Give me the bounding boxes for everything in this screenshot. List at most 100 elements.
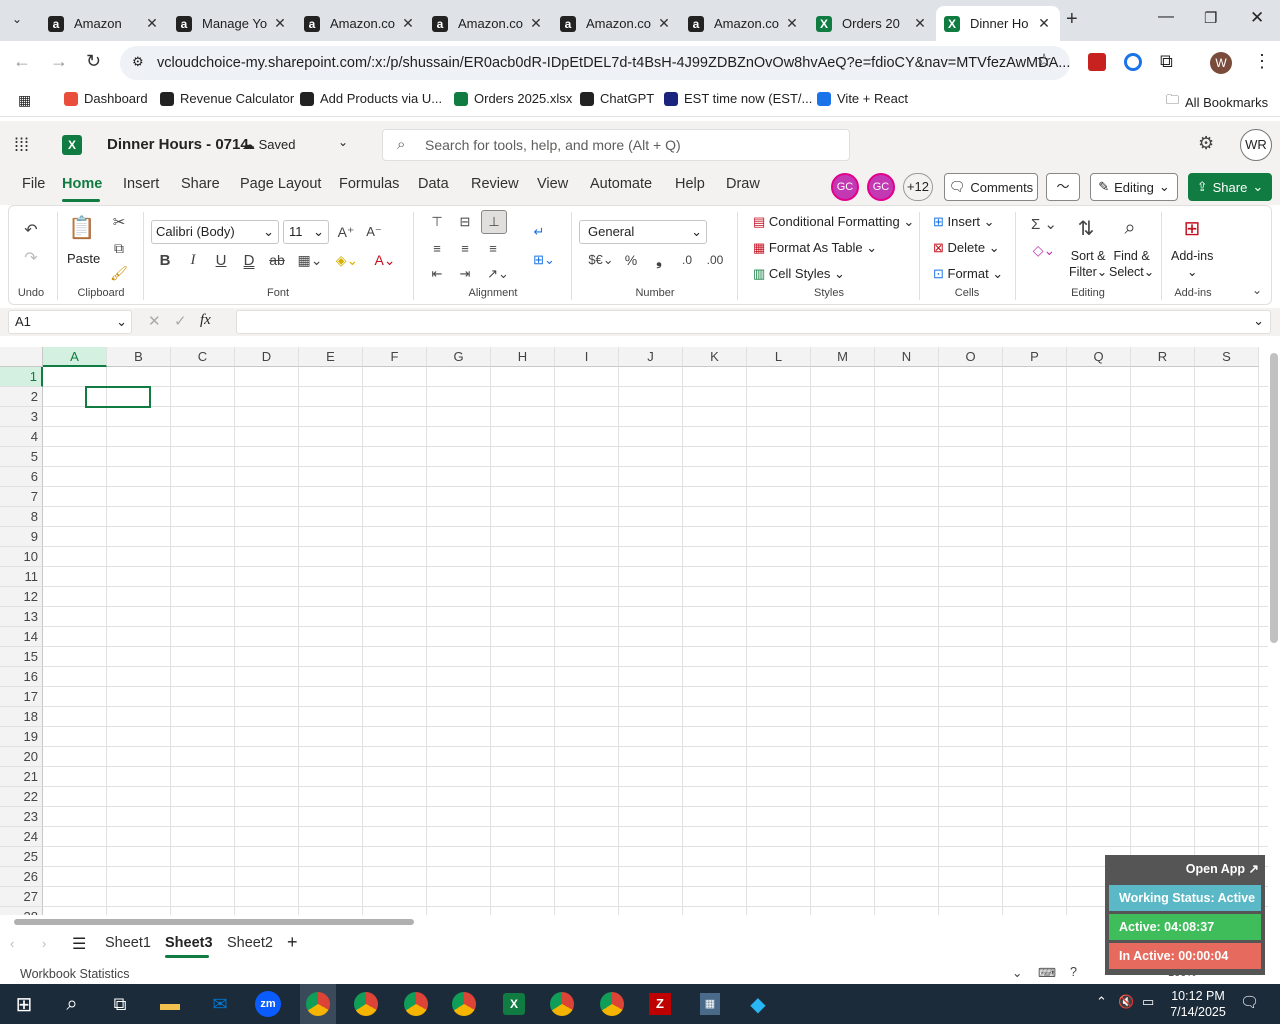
insert-cells-button[interactable]: ⊞ Insert ⌄ xyxy=(933,214,995,230)
bookmark-item[interactable]: Vite + React xyxy=(817,91,908,106)
address-bar[interactable]: ⚙ vcloudchoice-my.sharepoint.com/:x:/p/s… xyxy=(120,46,1070,80)
tab-data[interactable]: Data xyxy=(418,176,449,192)
prev-sheet-icon[interactable]: ‹ xyxy=(10,936,14,951)
calculator-icon[interactable]: ▦ xyxy=(700,993,720,1015)
profile-avatar[interactable]: W xyxy=(1210,52,1232,74)
paste-icon[interactable]: 📋 xyxy=(68,214,95,242)
app-launcher-icon[interactable]: ⁞⁞⁞ xyxy=(14,135,29,156)
column-header[interactable]: J xyxy=(619,347,683,367)
browser-tab[interactable]: a Manage Yo ✕ xyxy=(168,6,296,41)
column-header[interactable]: M xyxy=(811,347,875,367)
chrome-icon[interactable] xyxy=(354,992,378,1016)
clock[interactable]: 10:12 PM 7/14/2025 xyxy=(1168,988,1228,1020)
bookmark-item[interactable]: EST time now (EST/... xyxy=(664,91,812,106)
row-header[interactable]: 8 xyxy=(0,507,43,527)
close-tab-icon[interactable]: ✕ xyxy=(272,15,288,32)
site-info-icon[interactable]: ⚙ xyxy=(132,54,144,70)
underline-icon[interactable]: U xyxy=(211,250,231,270)
align-center-icon[interactable]: ≡ xyxy=(455,238,475,258)
column-header[interactable]: E xyxy=(299,347,363,367)
increase-decimal-icon[interactable]: .0 xyxy=(677,250,697,270)
borders-icon[interactable]: ▦⌄ xyxy=(295,250,325,270)
row-header[interactable]: 20 xyxy=(0,747,43,767)
tab-page-layout[interactable]: Page Layout xyxy=(240,176,321,192)
cancel-icon[interactable]: ✕ xyxy=(148,312,161,330)
find-select-button[interactable]: Find & Select⌄ xyxy=(1109,248,1154,280)
row-header[interactable]: 2 xyxy=(0,387,43,407)
row-header[interactable]: 15 xyxy=(0,647,43,667)
close-tab-icon[interactable]: ✕ xyxy=(400,15,416,32)
bold-icon[interactable]: B xyxy=(155,250,175,270)
outlook-icon[interactable]: ✉ xyxy=(206,990,234,1018)
decrease-font-icon[interactable]: A⁻ xyxy=(363,222,385,242)
status-chevron-icon[interactable]: ⌄ xyxy=(1012,965,1022,980)
row-header[interactable]: 12 xyxy=(0,587,43,607)
merge-center-icon[interactable]: ⊞⌄ xyxy=(527,250,561,270)
collaborator-avatar-2[interactable]: GC xyxy=(867,173,895,201)
row-header[interactable]: 7 xyxy=(0,487,43,507)
row-header[interactable]: 21 xyxy=(0,767,43,787)
forward-icon[interactable]: → xyxy=(50,51,68,72)
windows-start-icon[interactable]: ⊞ xyxy=(10,990,38,1018)
file-explorer-icon[interactable]: ▬ xyxy=(156,990,184,1018)
column-header[interactable]: P xyxy=(1003,347,1067,367)
row-header[interactable]: 10 xyxy=(0,547,43,567)
excel-taskbar-icon[interactable]: X xyxy=(503,993,525,1015)
pdf-extension-icon[interactable] xyxy=(1088,53,1106,71)
sheet-tab[interactable]: Sheet3 xyxy=(165,935,213,951)
row-header[interactable]: 3 xyxy=(0,407,43,427)
column-header[interactable]: I xyxy=(555,347,619,367)
percent-icon[interactable]: % xyxy=(621,250,641,270)
align-bottom-icon[interactable]: ⊥ xyxy=(481,210,507,234)
column-header[interactable]: G xyxy=(427,347,491,367)
bookmark-item[interactable]: Dashboard xyxy=(64,91,148,106)
cell-area[interactable] xyxy=(43,367,1268,915)
tab-draw[interactable]: Draw xyxy=(726,176,760,192)
browser-menu-icon[interactable]: ⋮ xyxy=(1253,51,1271,72)
title-dropdown-icon[interactable]: ⌄ xyxy=(338,135,348,149)
task-view-icon[interactable]: ⧉ xyxy=(106,990,134,1018)
vertical-scrollbar[interactable] xyxy=(1268,337,1280,917)
row-header[interactable]: 26 xyxy=(0,867,43,887)
conditional-formatting-button[interactable]: ▤ Conditional Formatting ⌄ xyxy=(753,214,914,230)
browser-tab[interactable]: X Orders 20 ✕ xyxy=(808,6,936,41)
row-header[interactable]: 9 xyxy=(0,527,43,547)
browser-tab[interactable]: a Amazon.co ✕ xyxy=(424,6,552,41)
collaborator-avatar-1[interactable]: GC xyxy=(831,173,859,201)
column-header[interactable]: R xyxy=(1131,347,1195,367)
column-header[interactable]: L xyxy=(747,347,811,367)
all-bookmarks[interactable]: 🗀 All Bookmarks xyxy=(1166,91,1268,113)
paste-label[interactable]: Paste xyxy=(67,251,100,266)
keyboard-icon[interactable]: ⌨ xyxy=(1038,965,1056,980)
addins-button[interactable]: Add-ins ⌄ xyxy=(1171,248,1213,280)
close-tab-icon[interactable]: ✕ xyxy=(784,15,800,32)
hscroll-thumb[interactable] xyxy=(14,919,414,925)
close-tab-icon[interactable]: ✕ xyxy=(1036,15,1052,32)
editing-mode-button[interactable]: ✎ Editing ⌄ xyxy=(1090,173,1178,201)
document-title[interactable]: Dinner Hours - 0714 xyxy=(107,136,249,153)
browser-tab[interactable]: a Amazon.co ✕ xyxy=(552,6,680,41)
currency-format-icon[interactable]: $€⌄ xyxy=(585,250,617,270)
redo-icon[interactable]: ↷ xyxy=(21,248,41,268)
bookmark-item[interactable]: Add Products via U... xyxy=(300,91,442,106)
font-color-icon[interactable]: A⌄ xyxy=(369,250,401,270)
font-name-select[interactable]: Calibri (Body) ⌄ xyxy=(151,220,279,244)
row-header[interactable]: 11 xyxy=(0,567,43,587)
column-header[interactable]: O xyxy=(939,347,1003,367)
format-as-table-button[interactable]: ▦ Format As Table ⌄ xyxy=(753,240,877,256)
tab-view[interactable]: View xyxy=(537,176,568,192)
close-tab-icon[interactable]: ✕ xyxy=(144,15,160,32)
back-icon[interactable]: ← xyxy=(13,51,31,72)
align-top-icon[interactable]: ⊤ xyxy=(427,212,447,232)
align-right-icon[interactable]: ≡ xyxy=(483,238,503,258)
close-window-icon[interactable]: ✕ xyxy=(1250,8,1264,28)
fill-color-icon[interactable]: ◈⌄ xyxy=(331,250,363,270)
workbook-statistics[interactable]: Workbook Statistics xyxy=(20,967,130,981)
column-header[interactable]: S xyxy=(1195,347,1259,367)
close-tab-icon[interactable]: ✕ xyxy=(656,15,672,32)
help-icon[interactable]: ? xyxy=(1070,965,1077,979)
align-left-icon[interactable]: ≡ xyxy=(427,238,447,258)
taskbar-search-icon[interactable]: ⌕ xyxy=(58,990,86,1018)
column-header[interactable]: A xyxy=(43,347,107,367)
undo-icon[interactable]: ↶ xyxy=(21,220,41,240)
